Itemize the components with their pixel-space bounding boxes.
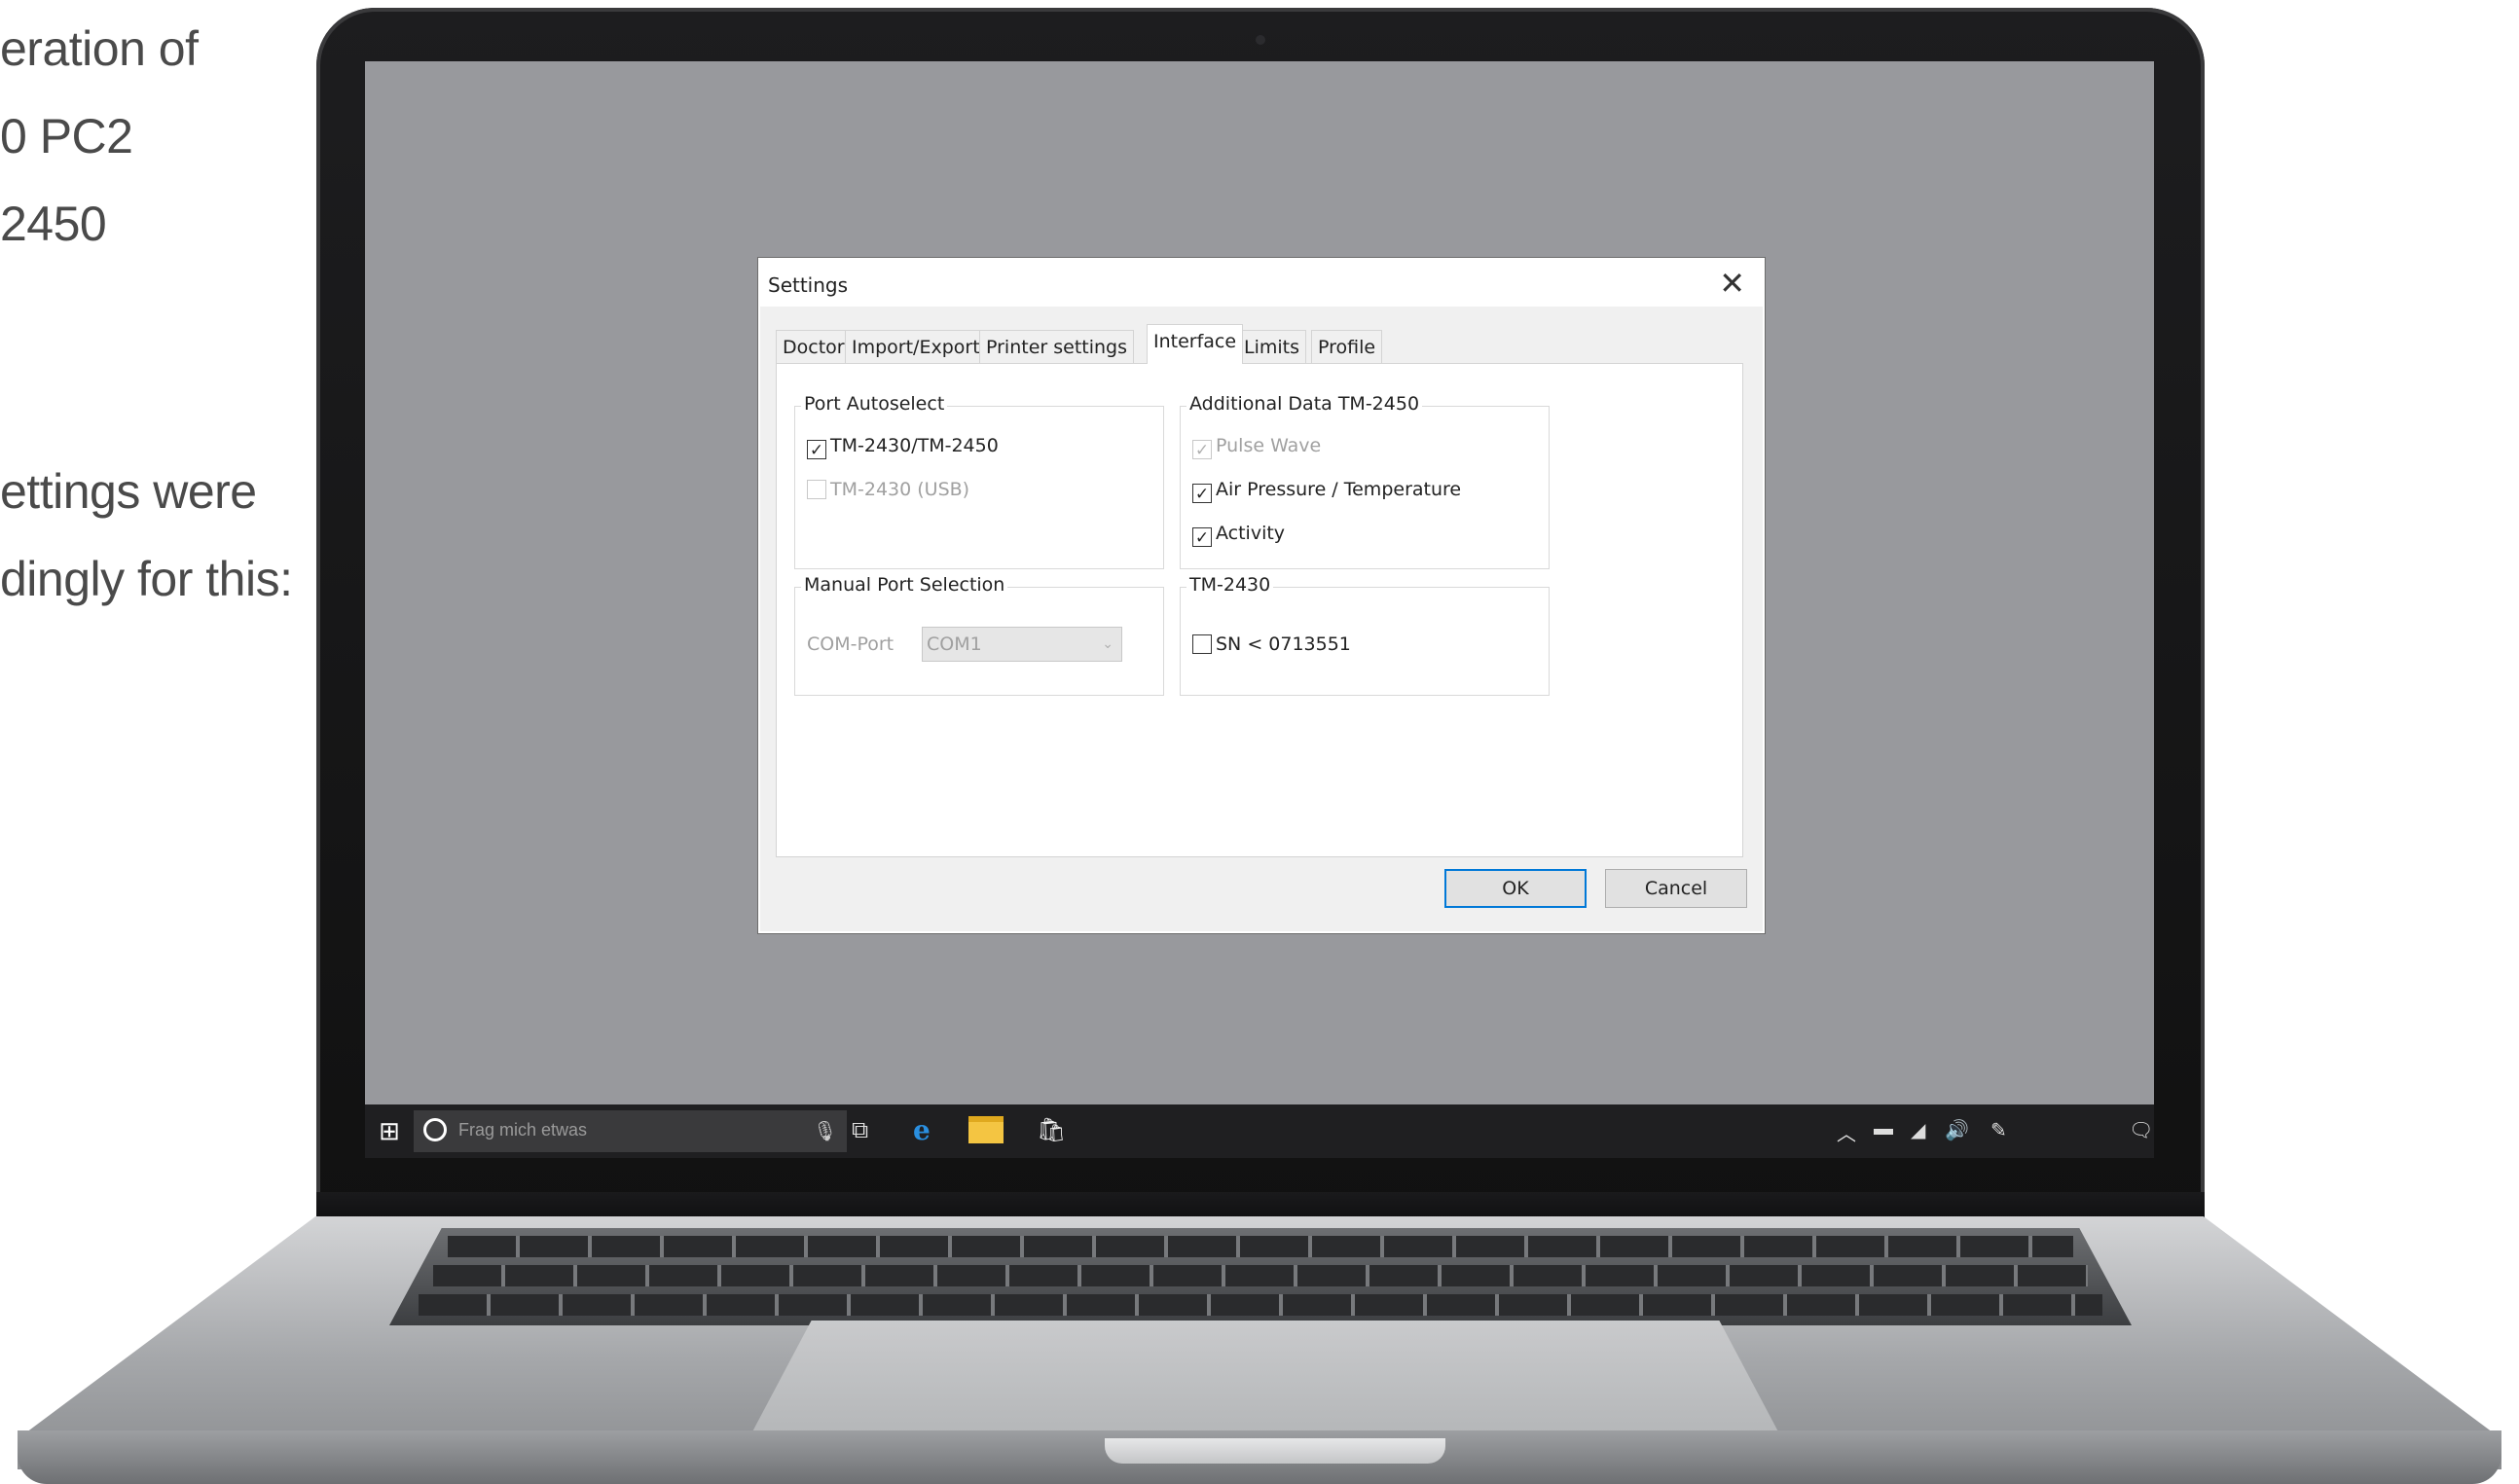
notification-icon[interactable]: 🗨 [2129,1118,2153,1142]
manual-port-selection-group: Manual Port Selection COM-Port COM1 ⌄ [794,574,1164,696]
checkbox-box-icon[interactable] [1192,634,1212,654]
checkbox-check-icon[interactable]: ✓ [1192,484,1212,504]
checkbox-label: Air Pressure / Temperature [1216,479,1462,500]
interface-panel: Port Autoselect ✓ TM-2430/TM-2450 TM-2430… [776,363,1743,857]
microphone-icon[interactable]: 🎙 [813,1119,837,1143]
checkbox-box-icon [807,480,826,499]
task-view-icon[interactable]: ⧉ [852,1114,868,1147]
chevron-down-icon: ⌄ [1102,636,1113,652]
laptop-notch [1105,1438,1445,1464]
checkbox-tm2430-usb: TM-2430 (USB) [807,478,969,501]
trackpad [749,1321,1781,1437]
group-label: Manual Port Selection [801,574,1008,596]
checkbox-air-pressure-temperature[interactable]: ✓ Air Pressure / Temperature [1192,478,1462,504]
laptop-screen: Settings ✕ Doctor Import/Export Printer … [365,61,2154,1158]
tab-import-export[interactable]: Import/Export [845,330,987,363]
tab-limits[interactable]: Limits [1237,330,1306,363]
checkbox-pulse-wave: ✓ Pulse Wave [1192,434,1322,460]
cancel-button[interactable]: Cancel [1605,869,1747,908]
group-label: Additional Data TM-2450 [1186,393,1423,415]
checkbox-activity[interactable]: ✓ Activity [1192,522,1286,548]
search-placeholder: Frag mich etwas [458,1120,588,1140]
com-port-value: COM1 [927,633,982,655]
checkbox-tm2430-tm2450[interactable]: ✓ TM-2430/TM-2450 [807,434,999,460]
dialog-title: Settings [768,273,849,297]
checkbox-check-icon[interactable]: ✓ [807,440,826,460]
search-box[interactable]: Frag mich etwas 🎙 [414,1110,847,1152]
side-text-line: dingly for this: [0,552,293,606]
checkbox-sn-0713551[interactable]: SN < 0713551 [1192,633,1351,656]
checkbox-label: Activity [1216,523,1286,544]
settings-dialog: Settings ✕ Doctor Import/Export Printer … [758,258,1765,933]
port-autoselect-group: Port Autoselect ✓ TM-2430/TM-2450 TM-2430… [794,393,1164,569]
dialog-titlebar: Settings ✕ [760,260,1763,307]
battery-icon[interactable]: ▬ [1874,1118,1893,1140]
com-port-label: COM-Port [807,633,894,655]
checkbox-check-icon[interactable]: ✓ [1192,527,1212,548]
cortana-icon [423,1118,447,1141]
tab-profile[interactable]: Profile [1311,330,1383,363]
ok-button[interactable]: OK [1444,869,1587,908]
keyboard [389,1228,2132,1325]
store-icon[interactable]: 🛍 [1037,1114,1066,1147]
checkbox-check-icon: ✓ [1192,440,1212,460]
checkbox-label: TM-2430/TM-2450 [830,435,999,456]
taskbar: ⊞ Frag mich etwas 🎙 ⧉ e 🛍 ︿ ▬ ◢ 🔊 ✎ 🗨 [365,1104,2154,1158]
com-port-select: COM1 ⌄ [922,627,1122,662]
tab-doctor[interactable]: Doctor [776,330,852,363]
additional-data-group: Additional Data TM-2450 ✓ Pulse Wave ✓ Air… [1180,393,1550,569]
checkbox-label: SN < 0713551 [1216,633,1351,655]
close-icon[interactable]: ✕ [1719,266,1745,301]
side-text-line: ettings were [0,464,257,519]
edge-icon[interactable]: e [913,1114,931,1147]
checkbox-label: Pulse Wave [1216,435,1322,456]
side-text-block-2: ettings were dingly for this: [0,448,293,623]
chevron-up-icon[interactable]: ︿ [1837,1118,1856,1146]
webcam [1256,35,1265,45]
side-text-line: 0 PC2 [0,109,133,163]
volume-icon[interactable]: 🔊 [1945,1118,1969,1142]
side-text-block-1: eration of 0 PC2 2450 [0,5,199,268]
pen-icon[interactable]: ✎ [1990,1118,2007,1142]
tab-interface[interactable]: Interface [1147,324,1244,364]
tab-printer-settings[interactable]: Printer settings [979,330,1135,363]
tm2430-group: TM-2430 SN < 0713551 [1180,574,1550,696]
side-text-line: 2450 [0,197,107,251]
group-label: Port Autoselect [801,393,948,415]
checkbox-label: TM-2430 (USB) [830,479,970,500]
side-text-line: eration of [0,21,199,76]
windows-start-icon[interactable]: ⊞ [375,1116,404,1145]
network-icon[interactable]: ◢ [1911,1118,1925,1142]
file-explorer-icon[interactable] [968,1116,1004,1143]
group-label: TM-2430 [1186,574,1274,596]
